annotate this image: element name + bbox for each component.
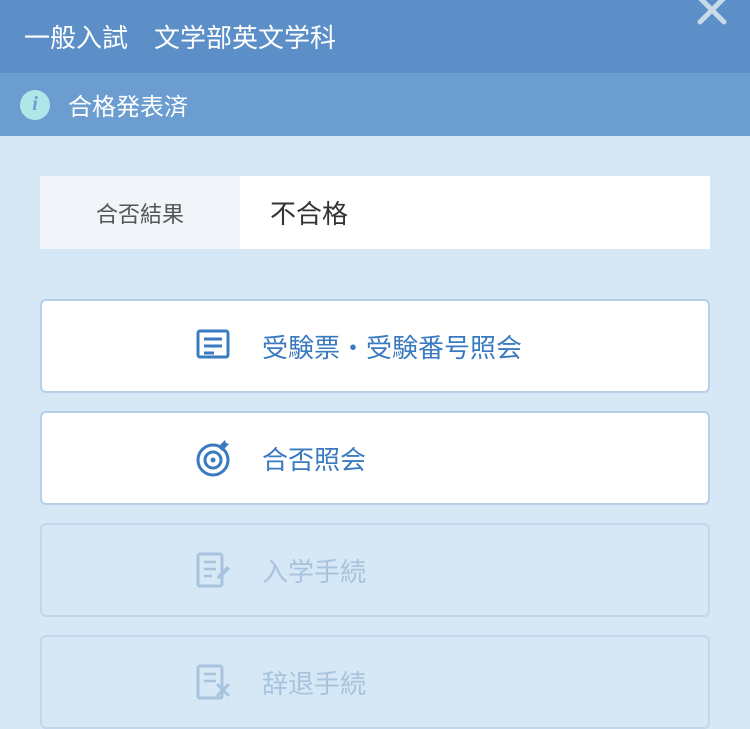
result-row: 合否結果 不合格 [40,176,710,249]
status-bar: i 合格発表済 [0,73,750,136]
header: 一般入試 文学部英文学科 [0,0,750,73]
result-value: 不合格 [240,176,710,249]
menu-item-result-inquiry[interactable]: 合否照会 [40,411,710,505]
menu-item-label: 辞退手続 [262,664,366,701]
menu-list: 受験票・受験番号照会 合否照会 入学手続 辞退手続 [40,299,710,729]
content: 合否結果 不合格 受験票・受験番号照会 合否照会 入学手続 辞退手続 [0,136,750,729]
target-icon [192,437,234,479]
status-text: 合格発表済 [68,87,188,122]
edit-document-icon [192,549,234,591]
page-title: 一般入試 文学部英文学科 [24,18,336,55]
close-icon[interactable] [692,0,732,30]
menu-item-enrollment: 入学手続 [40,523,710,617]
menu-item-ticket-inquiry[interactable]: 受験票・受験番号照会 [40,299,710,393]
cancel-document-icon [192,661,234,703]
result-label: 合否結果 [40,176,240,249]
info-icon: i [20,90,50,120]
menu-item-label: 合否照会 [262,440,366,477]
menu-item-label: 受験票・受験番号照会 [262,328,522,365]
menu-item-label: 入学手続 [262,552,366,589]
menu-item-withdrawal: 辞退手続 [40,635,710,729]
document-icon [192,325,234,367]
